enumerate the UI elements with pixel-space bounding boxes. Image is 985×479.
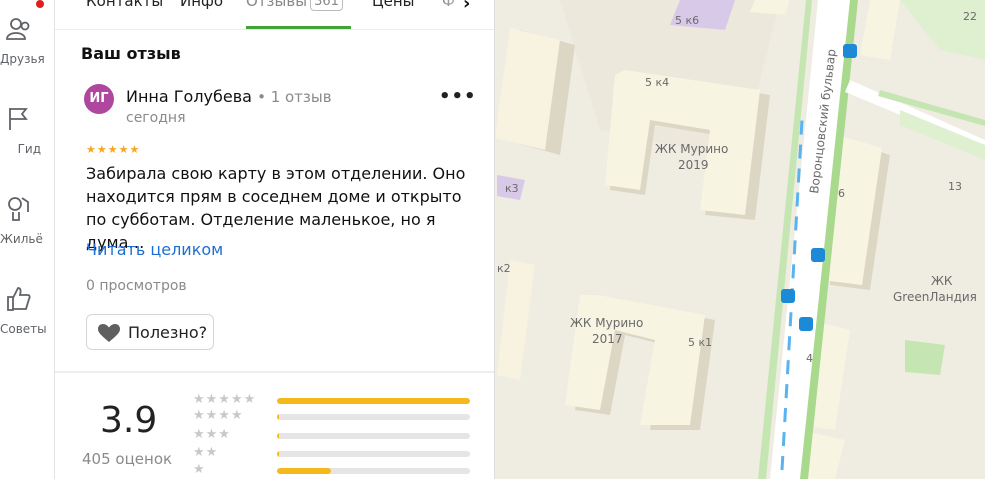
distribution-row: ★★ — [193, 445, 473, 462]
read-more-link[interactable]: Читать целиком — [86, 240, 223, 259]
housing-icon — [8, 197, 29, 221]
active-tab-indicator — [246, 26, 351, 29]
map-label: 6 — [838, 187, 845, 200]
map-label: 13 — [948, 180, 962, 193]
map-label: 2017 — [592, 332, 623, 346]
map-label: 22 — [963, 10, 977, 23]
map-label: к3 — [505, 182, 519, 195]
distribution-bar-fill — [277, 433, 279, 439]
author-name: Инна Голубева — [126, 87, 252, 106]
flag-icon — [9, 108, 28, 130]
distribution-stars: ★★ — [193, 445, 219, 460]
rating-count: 405 оценок — [82, 450, 173, 468]
map-label: к2 — [497, 262, 511, 275]
distribution-bar — [277, 451, 470, 457]
map-label: 2019 — [678, 158, 709, 172]
friends-icon — [6, 18, 30, 40]
map-label: GreenЛандия — [893, 290, 977, 304]
chevron-right-icon[interactable]: › — [463, 0, 470, 14]
review-author[interactable]: Инна Голубева • 1 отзыв — [126, 87, 332, 106]
distribution-bar — [277, 433, 470, 439]
map-label: 5 к4 — [645, 76, 669, 89]
rail-item-friends[interactable]: Друзья — [0, 14, 55, 74]
average-rating: 3.9 — [100, 400, 158, 441]
distribution-bar-fill — [277, 398, 470, 404]
map-label: ЖК Мурино — [570, 316, 643, 330]
tab-bar: Контакты Инфо Отзывы361 Цены Ф › — [55, 0, 494, 30]
place-panel: Контакты Инфо Отзывы361 Цены Ф › Ваш отз… — [55, 0, 495, 479]
distribution-stars: ★ — [193, 462, 206, 477]
rail-item-tips[interactable]: Советы — [0, 284, 55, 344]
map-label: ЖК — [931, 274, 953, 288]
app: 5 к6 5 к4 ЖК Мурино 2019 ЖК Мурино 2017 … — [0, 0, 985, 479]
review-date: сегодня — [126, 110, 186, 126]
author-meta-separator: • — [257, 88, 271, 106]
tab-reviews-count: 361 — [310, 0, 343, 11]
tab-prices[interactable]: Цены — [372, 0, 415, 10]
left-rail: Друзья Гид Жильё Советы — [0, 0, 55, 479]
map-label: 5 к6 — [675, 14, 699, 27]
tab-fade — [443, 0, 479, 12]
distribution-bar-fill — [277, 451, 279, 457]
heart-icon — [98, 324, 120, 342]
avatar[interactable]: ИГ — [84, 84, 114, 114]
section-title: Ваш отзыв — [81, 44, 181, 63]
rail-item-housing[interactable]: Жильё — [0, 192, 55, 252]
tab-info[interactable]: Инфо — [180, 0, 223, 10]
distribution-bar-fill — [277, 414, 279, 420]
map-label: 4 — [806, 352, 813, 365]
distribution-stars: ★★★ — [193, 427, 231, 442]
distribution-bar — [277, 398, 470, 404]
distribution-row: ★ — [193, 462, 473, 479]
tab-reviews-label: Отзывы — [246, 0, 308, 10]
divider — [55, 371, 494, 373]
rail-item-label: Гид — [17, 142, 41, 156]
map-label: ЖК Мурино — [655, 142, 728, 156]
distribution-stars: ★★★★★ — [193, 392, 257, 407]
distribution-bar — [277, 414, 470, 420]
map-label: 5 к1 — [688, 336, 712, 349]
thumbs-up-icon — [7, 287, 31, 311]
distribution-stars: ★★★★ — [193, 408, 244, 423]
review-rating-stars: ★★★★★ — [86, 143, 141, 156]
distribution-row: ★★★★★ — [193, 392, 473, 409]
more-options-icon[interactable]: ••• — [439, 86, 477, 107]
useful-button-label: Полезно? — [128, 323, 208, 342]
distribution-bar — [277, 468, 470, 474]
distribution-bar-fill — [277, 468, 332, 474]
useful-button[interactable]: Полезно? — [86, 314, 214, 350]
rail-item-label: Советы — [0, 322, 47, 336]
tab-contacts[interactable]: Контакты — [86, 0, 163, 10]
distribution-row: ★★★★ — [193, 408, 473, 425]
rail-item-label: Друзья — [0, 52, 45, 66]
distribution-row: ★★★ — [193, 427, 473, 444]
review-views: 0 просмотров — [86, 278, 187, 294]
rail-item-guide[interactable]: Гид — [0, 104, 55, 164]
notification-dot — [36, 0, 44, 8]
rail-item-label: Жильё — [0, 232, 43, 246]
tab-reviews[interactable]: Отзывы 361 — [246, 0, 343, 11]
author-review-count: 1 отзыв — [270, 88, 332, 106]
